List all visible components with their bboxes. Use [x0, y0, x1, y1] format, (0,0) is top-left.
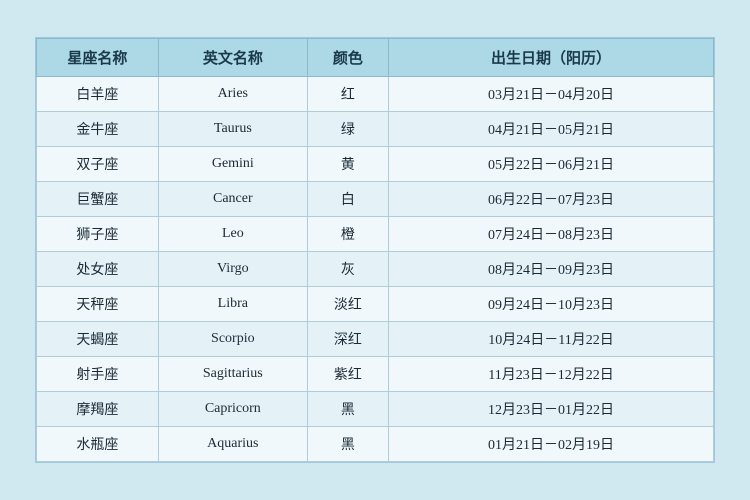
cell-en: Libra: [158, 287, 307, 322]
table-row: 狮子座Leo橙07月24日－08月23日: [37, 217, 714, 252]
cell-zh: 白羊座: [37, 77, 159, 112]
cell-date: 04月21日－05月21日: [389, 112, 714, 147]
header-color: 颜色: [307, 39, 388, 77]
cell-color: 红: [307, 77, 388, 112]
cell-date: 07月24日－08月23日: [389, 217, 714, 252]
cell-color: 黑: [307, 392, 388, 427]
cell-en: Virgo: [158, 252, 307, 287]
cell-en: Gemini: [158, 147, 307, 182]
table-row: 天蝎座Scorpio深红10月24日－11月22日: [37, 322, 714, 357]
table-row: 射手座Sagittarius紫红11月23日－12月22日: [37, 357, 714, 392]
cell-color: 紫红: [307, 357, 388, 392]
table-row: 处女座Virgo灰08月24日－09月23日: [37, 252, 714, 287]
table-row: 白羊座Aries红03月21日－04月20日: [37, 77, 714, 112]
cell-en: Sagittarius: [158, 357, 307, 392]
cell-date: 10月24日－11月22日: [389, 322, 714, 357]
table-row: 水瓶座Aquarius黑01月21日－02月19日: [37, 427, 714, 462]
cell-color: 橙: [307, 217, 388, 252]
cell-zh: 狮子座: [37, 217, 159, 252]
cell-en: Leo: [158, 217, 307, 252]
cell-color: 深红: [307, 322, 388, 357]
table-body: 白羊座Aries红03月21日－04月20日金牛座Taurus绿04月21日－0…: [37, 77, 714, 462]
cell-zh: 水瓶座: [37, 427, 159, 462]
table-row: 双子座Gemini黄05月22日－06月21日: [37, 147, 714, 182]
header-date: 出生日期（阳历）: [389, 39, 714, 77]
cell-zh: 摩羯座: [37, 392, 159, 427]
cell-date: 06月22日－07月23日: [389, 182, 714, 217]
cell-en: Aquarius: [158, 427, 307, 462]
cell-date: 05月22日－06月21日: [389, 147, 714, 182]
cell-en: Scorpio: [158, 322, 307, 357]
header-en: 英文名称: [158, 39, 307, 77]
table-row: 摩羯座Capricorn黑12月23日－01月22日: [37, 392, 714, 427]
cell-zh: 金牛座: [37, 112, 159, 147]
table-row: 天秤座Libra淡红09月24日－10月23日: [37, 287, 714, 322]
cell-color: 黄: [307, 147, 388, 182]
cell-zh: 天蝎座: [37, 322, 159, 357]
cell-en: Cancer: [158, 182, 307, 217]
cell-zh: 天秤座: [37, 287, 159, 322]
cell-color: 黑: [307, 427, 388, 462]
cell-color: 灰: [307, 252, 388, 287]
cell-date: 01月21日－02月19日: [389, 427, 714, 462]
cell-en: Taurus: [158, 112, 307, 147]
cell-date: 03月21日－04月20日: [389, 77, 714, 112]
table-row: 金牛座Taurus绿04月21日－05月21日: [37, 112, 714, 147]
cell-zh: 射手座: [37, 357, 159, 392]
table-header-row: 星座名称 英文名称 颜色 出生日期（阳历）: [37, 39, 714, 77]
cell-en: Aries: [158, 77, 307, 112]
cell-color: 淡红: [307, 287, 388, 322]
cell-en: Capricorn: [158, 392, 307, 427]
cell-color: 白: [307, 182, 388, 217]
zodiac-table: 星座名称 英文名称 颜色 出生日期（阳历） 白羊座Aries红03月21日－04…: [36, 38, 714, 462]
cell-date: 09月24日－10月23日: [389, 287, 714, 322]
zodiac-table-container: 星座名称 英文名称 颜色 出生日期（阳历） 白羊座Aries红03月21日－04…: [35, 37, 715, 463]
cell-date: 12月23日－01月22日: [389, 392, 714, 427]
cell-date: 08月24日－09月23日: [389, 252, 714, 287]
table-row: 巨蟹座Cancer白06月22日－07月23日: [37, 182, 714, 217]
cell-zh: 处女座: [37, 252, 159, 287]
cell-date: 11月23日－12月22日: [389, 357, 714, 392]
cell-color: 绿: [307, 112, 388, 147]
header-zh: 星座名称: [37, 39, 159, 77]
cell-zh: 双子座: [37, 147, 159, 182]
cell-zh: 巨蟹座: [37, 182, 159, 217]
